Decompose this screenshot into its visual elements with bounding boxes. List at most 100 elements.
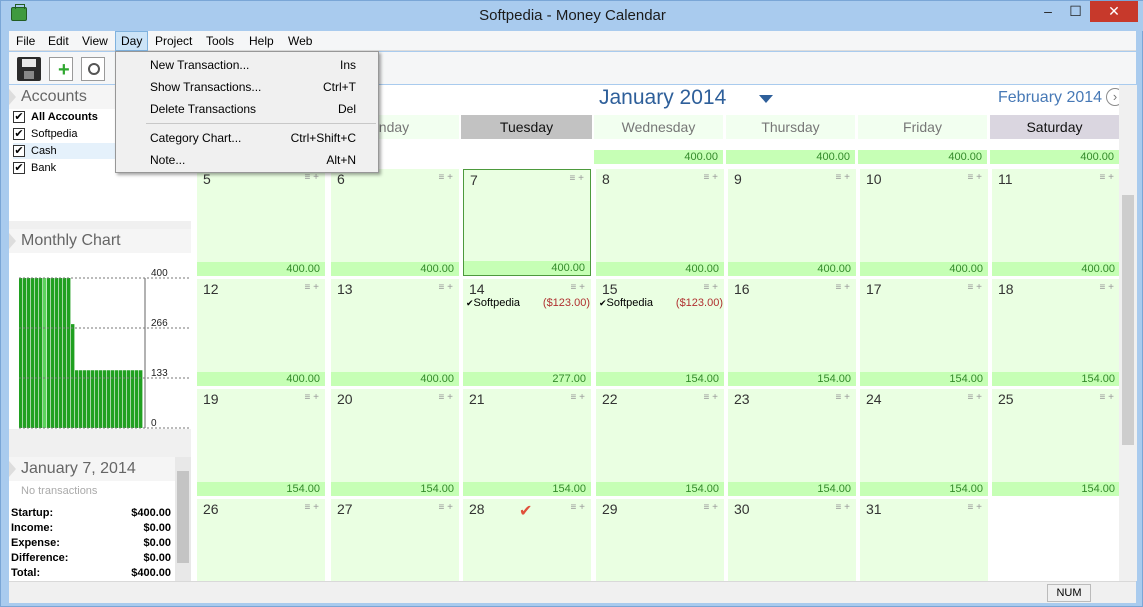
chart-tick-label: 0	[151, 418, 157, 429]
checkbox[interactable]: ✔	[13, 162, 25, 174]
menu-file[interactable]: File	[11, 31, 40, 51]
note-add-icon[interactable]: ≡ +	[439, 172, 453, 183]
note-add-icon[interactable]: ≡ +	[439, 392, 453, 403]
transaction-entry[interactable]: ✔Softpedia ($123.00)	[599, 297, 723, 311]
day-cell[interactable]: 11 ≡ + 400.00	[992, 169, 1120, 276]
scrollbar-thumb[interactable]	[1122, 195, 1134, 445]
day-cell[interactable]: 21 ≡ + 154.00	[463, 389, 591, 496]
note-add-icon[interactable]: ≡ +	[439, 502, 453, 513]
day-number: 27	[337, 501, 353, 517]
menu-day[interactable]: Day	[115, 31, 149, 51]
note-add-icon[interactable]: ≡ +	[704, 392, 718, 403]
checkbox[interactable]: ✔	[13, 128, 25, 140]
day-cell[interactable]: 26 ≡ +	[197, 499, 325, 581]
balance-label: 154.00	[331, 482, 459, 496]
day-cell[interactable]: 23 ≡ + 154.00	[728, 389, 856, 496]
day-cell[interactable]: 14 ≡ + ✔Softpedia ($123.00) 277.00	[463, 279, 591, 386]
note-add-icon[interactable]: ≡ +	[704, 502, 718, 513]
checkmark-icon: ✔	[519, 503, 533, 520]
menu-tools[interactable]: Tools	[201, 31, 239, 51]
monthly-chart: 400 266 133 0	[9, 253, 191, 429]
menu-help[interactable]: Help	[244, 31, 279, 51]
day-number: 19	[203, 391, 219, 407]
note-add-icon[interactable]: ≡ +	[439, 282, 453, 293]
note-add-icon[interactable]: ≡ +	[968, 392, 982, 403]
chart-bar	[99, 370, 103, 428]
balance-label: 400.00	[197, 372, 325, 386]
note-add-icon[interactable]: ≡ +	[305, 282, 319, 293]
day-cell[interactable]: 28 ≡ + ✔	[463, 499, 591, 581]
menu-show-transactions[interactable]: Show Transactions... Ctrl+T	[118, 77, 376, 98]
day-cell[interactable]: 13 ≡ + 400.00	[331, 279, 459, 386]
note-add-icon[interactable]: ≡ +	[836, 282, 850, 293]
checkbox[interactable]: ✔	[13, 111, 25, 123]
note-add-icon[interactable]: ≡ +	[704, 282, 718, 293]
note-add-icon[interactable]: ≡ +	[571, 392, 585, 403]
chevron-down-icon[interactable]	[759, 95, 773, 103]
note-add-icon[interactable]: ≡ +	[968, 502, 982, 513]
day-number: 26	[203, 501, 219, 517]
close-button[interactable]: ✕	[1090, 1, 1138, 22]
day-cell[interactable]: 20 ≡ + 154.00	[331, 389, 459, 496]
menu-delete-transactions[interactable]: Delete Transactions Del	[118, 99, 376, 120]
note-add-icon[interactable]: ≡ +	[704, 172, 718, 183]
day-cell[interactable]: 30 ≡ +	[728, 499, 856, 581]
menu-new-transaction[interactable]: New Transaction... Ins	[118, 55, 376, 76]
note-add-icon[interactable]: ≡ +	[968, 282, 982, 293]
day-cell[interactable]: 16 ≡ + 154.00	[728, 279, 856, 386]
summary-scrollbar[interactable]	[175, 457, 191, 581]
day-cell[interactable]: 7 ≡ + 400.00	[463, 169, 591, 276]
add-transaction-icon[interactable]	[49, 57, 73, 81]
menu-web[interactable]: Web	[283, 31, 317, 51]
day-cell[interactable]: 31 ≡ +	[860, 499, 988, 581]
note-add-icon[interactable]: ≡ +	[1100, 282, 1114, 293]
note-add-icon[interactable]: ≡ +	[305, 502, 319, 513]
note-add-icon[interactable]: ≡ +	[571, 502, 585, 513]
month-title[interactable]: January 2014	[599, 85, 726, 111]
maximize-button[interactable]: ☐	[1062, 1, 1089, 22]
note-add-icon[interactable]: ≡ +	[1100, 172, 1114, 183]
note-add-icon[interactable]: ≡ +	[836, 392, 850, 403]
calendar-scrollbar[interactable]	[1119, 85, 1137, 581]
note-add-icon[interactable]: ≡ +	[570, 173, 584, 184]
day-cell[interactable]: 18 ≡ + 154.00	[992, 279, 1120, 386]
day-cell[interactable]: 9 ≡ + 400.00	[728, 169, 856, 276]
day-cell[interactable]: 17 ≡ + 154.00	[860, 279, 988, 386]
note-add-icon[interactable]: ≡ +	[305, 392, 319, 403]
scrollbar-thumb[interactable]	[177, 471, 189, 563]
day-cell[interactable]: 25 ≡ + 154.00	[992, 389, 1120, 496]
chart-bar	[79, 370, 83, 428]
day-cell[interactable]: 8 ≡ + 400.00	[596, 169, 724, 276]
note-add-icon[interactable]: ≡ +	[571, 282, 585, 293]
menu-project[interactable]: Project	[150, 31, 197, 51]
menu-view[interactable]: View	[77, 31, 113, 51]
day-cell[interactable]: 10 ≡ + 400.00	[860, 169, 988, 276]
note-add-icon[interactable]: ≡ +	[305, 172, 319, 183]
day-cell[interactable]: 5 ≡ + 400.00	[197, 169, 325, 276]
day-cell[interactable]: 24 ≡ + 154.00	[860, 389, 988, 496]
menu-note[interactable]: Note... Alt+N	[118, 150, 376, 171]
day-cell[interactable]	[992, 499, 1120, 581]
menu-category-chart[interactable]: Category Chart... Ctrl+Shift+C	[118, 128, 376, 149]
minimize-button[interactable]: –	[1034, 1, 1062, 22]
day-cell[interactable]: 27 ≡ +	[331, 499, 459, 581]
next-month-link[interactable]: February 2014	[998, 89, 1102, 107]
day-number: 16	[734, 281, 750, 297]
day-cell[interactable]: 15 ≡ + ✔Softpedia ($123.00) 154.00	[596, 279, 724, 386]
save-icon[interactable]	[17, 57, 41, 81]
note-add-icon[interactable]: ≡ +	[968, 172, 982, 183]
day-cell[interactable]: 29 ≡ +	[596, 499, 724, 581]
day-number: 8	[602, 171, 610, 187]
day-cell[interactable]: 22 ≡ + 154.00	[596, 389, 724, 496]
note-add-icon[interactable]: ≡ +	[836, 502, 850, 513]
transaction-entry[interactable]: ✔Softpedia ($123.00)	[466, 297, 590, 311]
checkbox[interactable]: ✔	[13, 145, 25, 157]
note-add-icon[interactable]: ≡ +	[1100, 392, 1114, 403]
search-icon[interactable]	[81, 57, 105, 81]
note-add-icon[interactable]: ≡ +	[836, 172, 850, 183]
menu-edit[interactable]: Edit	[43, 31, 74, 51]
day-cell[interactable]: 12 ≡ + 400.00	[197, 279, 325, 386]
day-cell[interactable]: 6 ≡ + 400.00	[331, 169, 459, 276]
day-cell[interactable]: 19 ≡ + 154.00	[197, 389, 325, 496]
balance-label: 400.00	[331, 372, 459, 386]
